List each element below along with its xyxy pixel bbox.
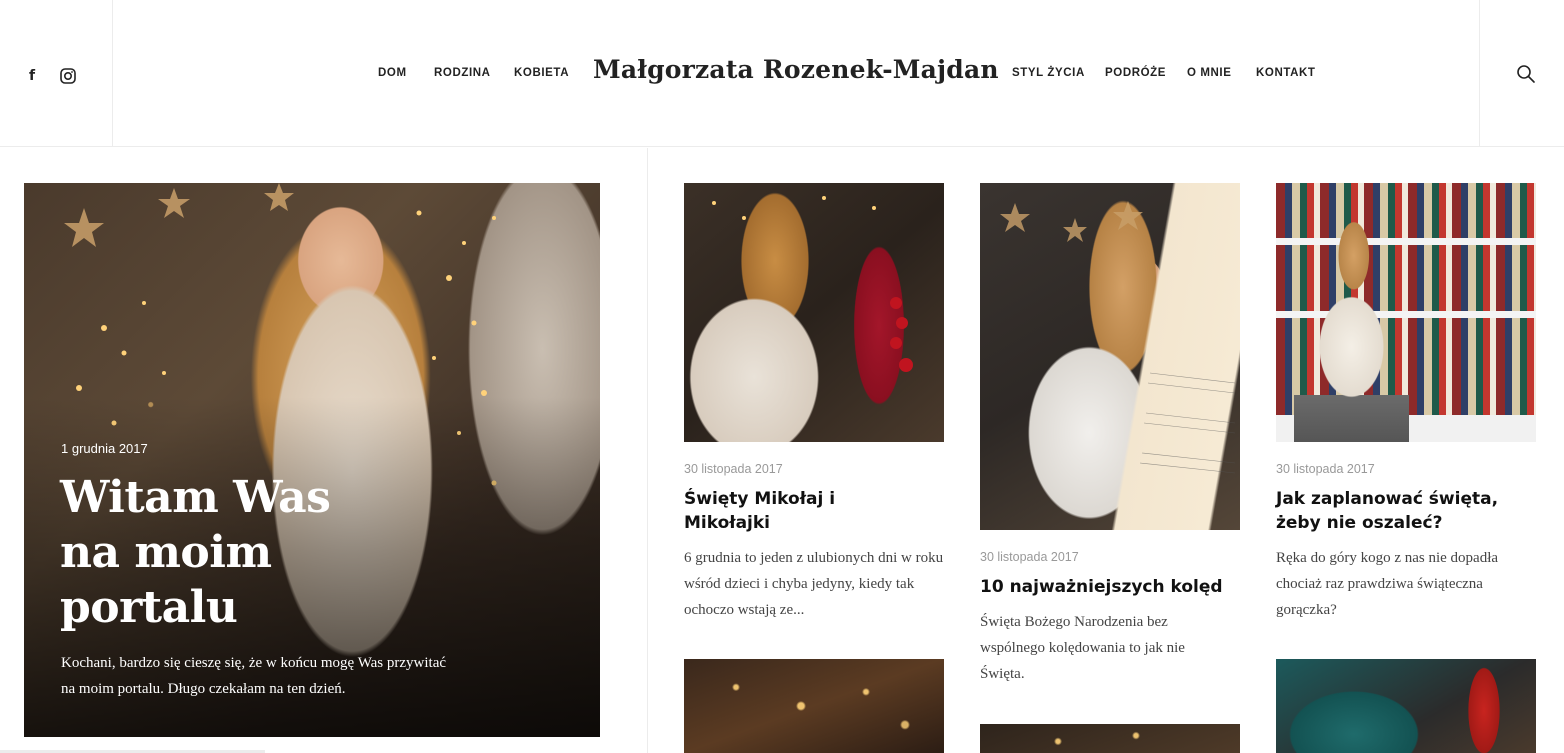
instagram-icon[interactable] xyxy=(58,66,78,86)
post-date: 30 listopada 2017 xyxy=(1276,462,1375,476)
site-header: f DOM RODZINA KOBIETA Małgorzata Rozenek… xyxy=(0,0,1564,147)
nav-kobieta[interactable]: KOBIETA xyxy=(514,67,569,79)
nav-kontakt[interactable]: KONTAKT xyxy=(1256,67,1316,79)
nav-rodzina[interactable]: RODZINA xyxy=(434,67,491,79)
post-image[interactable] xyxy=(980,183,1240,530)
nav-dom[interactable]: DOM xyxy=(378,67,407,79)
search-icon[interactable] xyxy=(1516,64,1536,84)
post-image[interactable] xyxy=(1276,183,1536,442)
hero-date: 1 grudnia 2017 xyxy=(61,441,148,456)
nav-styl-zycia[interactable]: STYL ŻYCIA xyxy=(1012,67,1085,79)
post-excerpt: Ręka do góry kogo z nas nie dopadła choc… xyxy=(1276,550,1499,618)
post-card: 30 listopada 2017 Święty Mikołaj i Mikoł… xyxy=(684,183,944,753)
post-excerpt: 6 grudnia to jeden z ulubionych dni w ro… xyxy=(684,550,944,618)
post-image[interactable] xyxy=(684,659,944,753)
social-links: f xyxy=(0,0,113,147)
featured-post[interactable]: 1 grudnia 2017 Witam Was na moim portalu… xyxy=(24,183,600,737)
site-brand[interactable]: Małgorzata Rozenek-Majdan xyxy=(593,55,999,84)
nav-o-mnie[interactable]: O MNIE xyxy=(1187,67,1232,79)
post-title[interactable]: 10 najważniejszych kolęd xyxy=(980,575,1240,599)
column-divider xyxy=(647,148,648,753)
facebook-icon[interactable]: f xyxy=(22,66,42,86)
hero-excerpt: Kochani, bardzo się cieszę się, że w koń… xyxy=(61,655,447,697)
person xyxy=(1294,203,1409,442)
nav-podroze[interactable]: PODRÓŻE xyxy=(1105,67,1166,79)
post-image[interactable] xyxy=(980,724,1240,753)
post-image[interactable] xyxy=(1276,659,1536,753)
post-image[interactable] xyxy=(684,183,944,442)
post-date: 30 listopada 2017 xyxy=(684,462,783,476)
post-date: 30 listopada 2017 xyxy=(980,550,1079,564)
post-card: 30 listopada 2017 10 najważniejszych kol… xyxy=(980,183,1240,753)
post-title[interactable]: Święty Mikołaj i Mikołajki xyxy=(684,487,884,535)
hero-title[interactable]: Witam Was na moim portalu xyxy=(60,470,360,635)
post-title[interactable]: Jak zaplanować święta, żeby nie oszaleć? xyxy=(1276,487,1506,535)
search-area xyxy=(1479,0,1564,147)
post-card: 30 listopada 2017 Jak zaplanować święta,… xyxy=(1276,183,1536,753)
post-excerpt: Święta Bożego Narodzenia bez wspólnego k… xyxy=(980,614,1185,682)
